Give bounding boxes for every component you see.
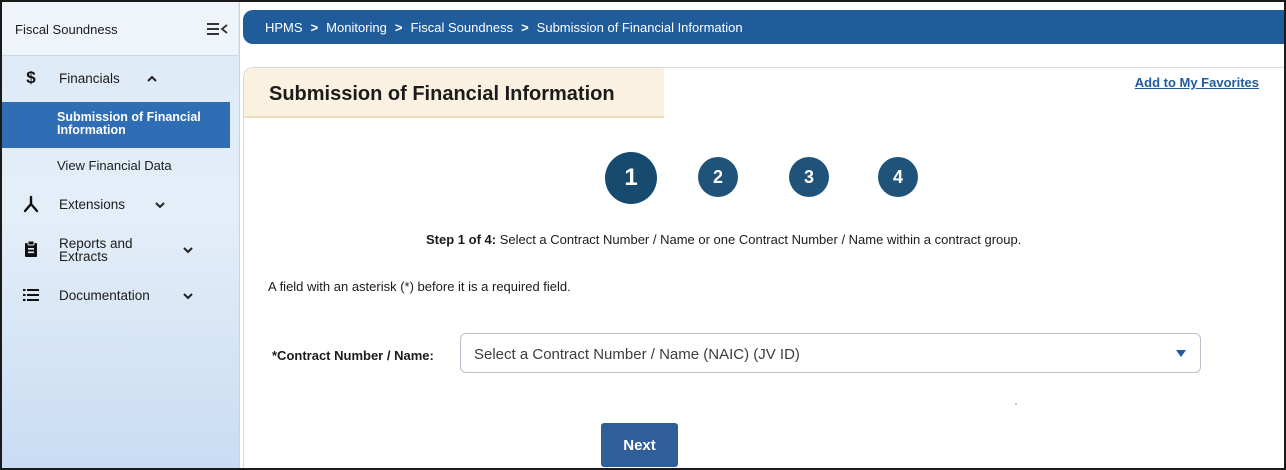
- sidebar-subitem-view-financial-data[interactable]: View Financial Data: [57, 158, 172, 173]
- step-3-indicator: 3: [789, 157, 829, 197]
- chevron-right-icon: >: [310, 20, 319, 35]
- next-button[interactable]: Next: [601, 423, 678, 467]
- sidebar-header: Fiscal Soundness: [2, 2, 238, 56]
- collapse-sidebar-icon[interactable]: [207, 22, 229, 36]
- chevron-down-icon: [155, 202, 165, 209]
- breadcrumb: HPMS > Monitoring > Fiscal Soundness > S…: [265, 20, 743, 35]
- sidebar-item-financials[interactable]: $ Financials: [2, 66, 238, 90]
- chevron-up-icon: [147, 75, 157, 82]
- dollar-icon: $: [26, 68, 36, 87]
- sidebar-item-label: Documentation: [59, 288, 150, 303]
- sidebar-title: Fiscal Soundness: [15, 22, 118, 37]
- step-1-indicator: 1: [605, 152, 657, 204]
- caret-down-icon: [1176, 350, 1186, 357]
- chevron-right-icon: >: [521, 20, 529, 35]
- stray-dot: [1015, 403, 1017, 405]
- clipboard-icon: [25, 240, 37, 257]
- sidebar-item-extensions[interactable]: Extensions: [2, 192, 238, 216]
- chevron-right-icon: >: [394, 20, 403, 35]
- breadcrumb-bar: HPMS > Monitoring > Fiscal Soundness > S…: [243, 10, 1284, 44]
- contract-number-select-value: Select a Contract Number / Name (NAIC) (…: [474, 346, 800, 363]
- step-instruction: Step 1 of 4: Select a Contract Number / …: [426, 232, 1021, 247]
- step-prefix: Step 1 of 4:: [426, 232, 497, 247]
- split-arrow-icon: [23, 195, 39, 213]
- page-title-box: Submission of Financial Information: [244, 68, 664, 118]
- sidebar-item-reports-and-extracts[interactable]: Reports and Extracts: [2, 234, 238, 266]
- required-field-note: A field with an asterisk (*) before it i…: [268, 279, 571, 294]
- list-icon: [23, 289, 39, 301]
- main-card: [243, 67, 1284, 468]
- sidebar-item-label: Reports and Extracts: [59, 236, 133, 264]
- sidebar-item-label: Financials: [59, 71, 120, 86]
- step-2-indicator: 2: [698, 157, 738, 197]
- breadcrumb-fiscal-soundness[interactable]: Fiscal Soundness: [410, 20, 513, 35]
- sidebar-item-documentation[interactable]: Documentation: [2, 283, 238, 307]
- sidebar: Fiscal Soundness $ Financials Submission…: [2, 2, 240, 468]
- sidebar-item-label: Extensions: [59, 197, 126, 212]
- chevron-down-icon: [183, 293, 193, 300]
- breadcrumb-hpms[interactable]: HPMS: [265, 20, 303, 35]
- window-frame: Fiscal Soundness $ Financials Submission…: [0, 0, 1286, 470]
- sidebar-subitem-submission[interactable]: Submission of Financial Information: [2, 102, 230, 148]
- step-instruction-text: Select a Contract Number / Name or one C…: [496, 232, 1022, 247]
- add-to-favorites-link[interactable]: Add to My Favorites: [1135, 75, 1259, 90]
- breadcrumb-current: Submission of Financial Information: [536, 20, 743, 35]
- step-4-indicator: 4: [878, 157, 918, 197]
- sidebar-subitem-label: Submission of Financial Information: [57, 110, 201, 137]
- page-title: Submission of Financial Information: [269, 83, 615, 105]
- contract-number-select[interactable]: Select a Contract Number / Name (NAIC) (…: [460, 333, 1201, 373]
- contract-number-label: *Contract Number / Name:: [272, 348, 434, 363]
- chevron-down-icon: [183, 247, 193, 254]
- breadcrumb-monitoring[interactable]: Monitoring: [326, 20, 387, 35]
